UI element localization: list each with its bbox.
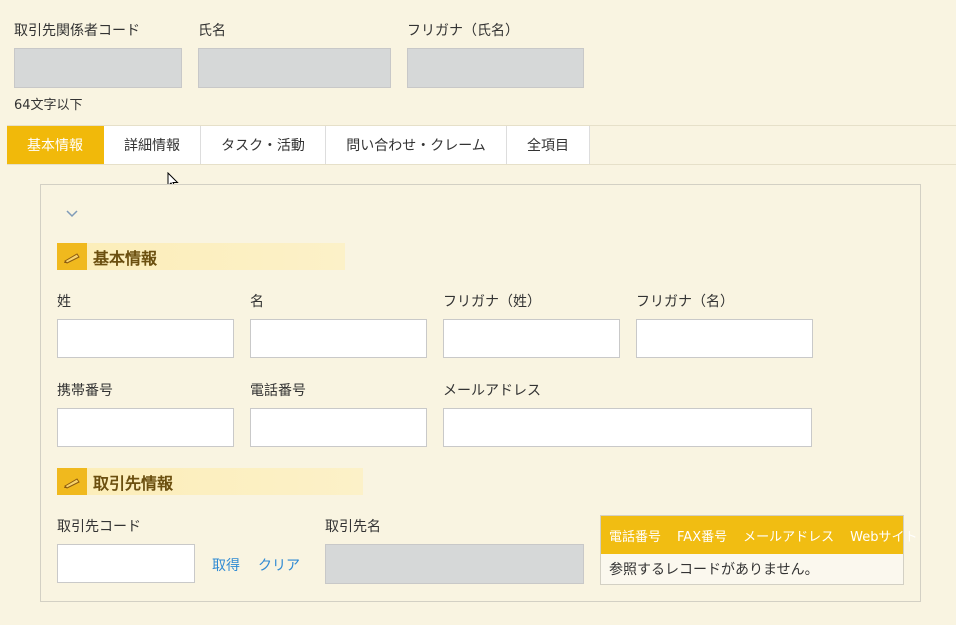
name-kana-label: フリガナ（氏名） [407, 23, 519, 39]
pencil-icon [57, 243, 87, 270]
column-header-phone: 電話番号 [609, 529, 662, 545]
first-name-input[interactable] [250, 319, 427, 358]
mobile-input[interactable] [57, 408, 234, 447]
mobile-label: 携帯番号 [57, 383, 113, 399]
name-field[interactable] [198, 48, 391, 88]
phone-input[interactable] [250, 408, 427, 447]
section-header-account: 取引先情報 [57, 468, 363, 495]
column-header-website: Webサイト [850, 529, 918, 545]
kana-first-label: フリガナ（名） [636, 294, 734, 310]
contact-code-hint: 64文字以下 [14, 98, 83, 113]
tab-bar: 基本情報 詳細情報 タスク・活動 問い合わせ・クレーム 全項目 [7, 126, 590, 164]
account-name-label: 取引先名 [325, 519, 381, 535]
section-header-basic: 基本情報 [57, 243, 345, 270]
kana-first-input[interactable] [636, 319, 813, 358]
reference-empty-message: 参照するレコードがありません。 [601, 554, 903, 584]
account-code-input[interactable] [57, 544, 195, 583]
tab-inquiries-claims[interactable]: 問い合わせ・クレーム [326, 126, 507, 164]
contact-code-label: 取引先関係者コード [14, 23, 140, 39]
account-code-label: 取引先コード [57, 519, 141, 535]
kana-last-label: フリガナ（姓） [443, 294, 541, 310]
name-label: 氏名 [198, 23, 226, 39]
kana-last-input[interactable] [443, 319, 620, 358]
reference-table: 電話番号 FAX番号 メールアドレス Webサイト 参照するレコードがありません… [600, 515, 917, 585]
email-label: メールアドレス [443, 383, 541, 399]
contact-code-field[interactable] [14, 48, 182, 88]
clear-link[interactable]: クリア [258, 555, 300, 575]
last-name-label: 姓 [57, 294, 71, 310]
pencil-icon [57, 468, 87, 495]
fetch-link[interactable]: 取得 [212, 555, 240, 575]
first-name-label: 名 [250, 294, 264, 310]
phone-label: 電話番号 [250, 383, 306, 399]
reference-table-header: 電話番号 FAX番号 メールアドレス Webサイト [601, 516, 917, 554]
chevron-down-icon[interactable] [65, 209, 79, 219]
column-header-email: メールアドレス [743, 529, 835, 545]
name-kana-field[interactable] [407, 48, 584, 88]
section-title-account: 取引先情報 [93, 473, 174, 493]
last-name-input[interactable] [57, 319, 234, 358]
section-title-basic: 基本情報 [93, 248, 158, 268]
email-input[interactable] [443, 408, 812, 447]
tab-basic-info[interactable]: 基本情報 [7, 126, 104, 164]
tab-detail-info[interactable]: 詳細情報 [104, 126, 201, 164]
tab-tasks-activities[interactable]: タスク・活動 [201, 126, 326, 164]
column-header-fax: FAX番号 [677, 529, 728, 545]
account-name-field[interactable] [325, 544, 584, 584]
tab-all-fields[interactable]: 全項目 [507, 126, 590, 164]
